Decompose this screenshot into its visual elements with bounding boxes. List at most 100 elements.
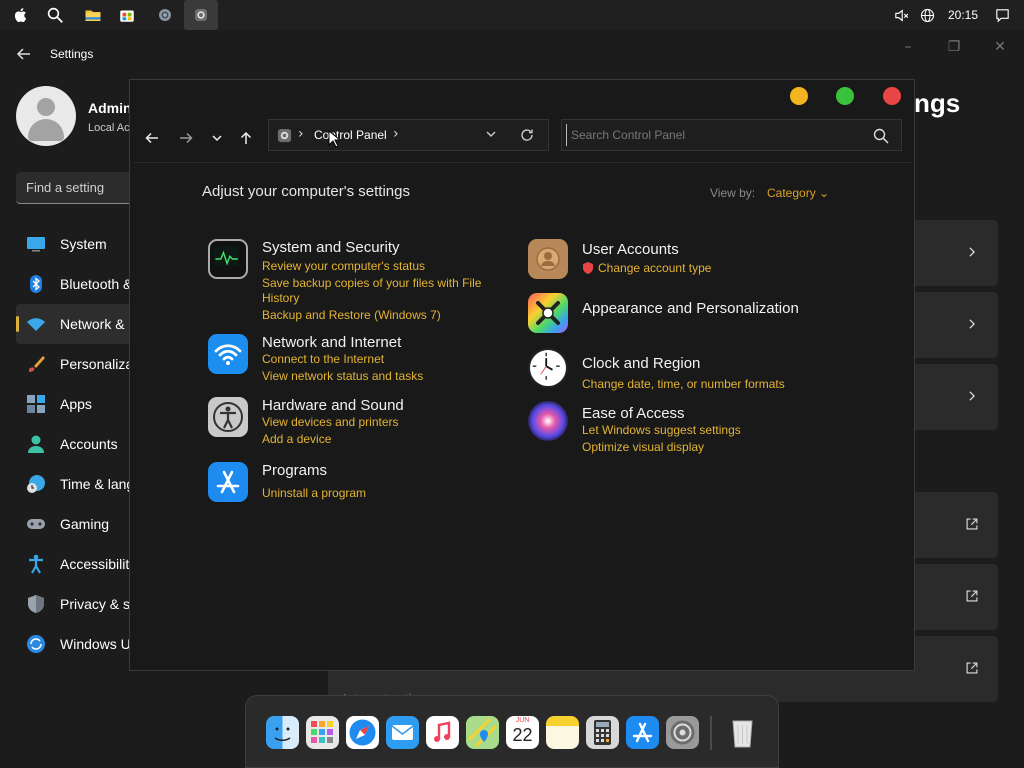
nav-item-windows-update[interactable]: Windows U — [16, 624, 136, 664]
nav-item-personalization[interactable]: Personaliza — [16, 344, 136, 384]
wifi-icon — [26, 314, 46, 334]
view-by-dropdown[interactable]: Category ⌄ — [767, 186, 829, 200]
category-link[interactable]: Review your computer's status — [262, 259, 425, 273]
category-title[interactable]: User Accounts — [582, 241, 679, 258]
wifi-icon[interactable] — [208, 334, 248, 374]
recent-locations-button[interactable] — [205, 126, 229, 150]
safari-icon[interactable] — [346, 716, 379, 749]
address-bar[interactable]: › Control Panel › — [268, 119, 549, 151]
breadcrumb-separator[interactable]: › — [393, 126, 399, 142]
contacts-icon[interactable] — [528, 239, 568, 279]
launchpad-icon[interactable] — [306, 716, 339, 749]
clock-icon[interactable] — [528, 348, 568, 388]
category-link[interactable]: Optimize visual display — [582, 440, 704, 454]
nav-item-network[interactable]: Network & — [16, 304, 136, 344]
nav-label: Privacy & s — [60, 596, 131, 612]
notification-muted-icon[interactable] — [890, 0, 914, 30]
close-traffic-light[interactable] — [883, 87, 901, 105]
accessibility-icon[interactable] — [208, 397, 248, 437]
address-dropdown-icon[interactable] — [483, 126, 499, 142]
app-store-icon[interactable] — [626, 716, 659, 749]
music-icon[interactable] — [426, 716, 459, 749]
system-settings-icon[interactable] — [666, 716, 699, 749]
search-input[interactable] — [566, 124, 856, 146]
nav-item-time-language[interactable]: Time & lang — [16, 464, 136, 504]
breadcrumb-separator[interactable]: › — [298, 126, 304, 142]
close-button[interactable]: ✕ — [980, 38, 1020, 56]
category-title[interactable]: Programs — [262, 462, 327, 479]
category-link[interactable]: Save backup copies of your files with Fi… — [262, 276, 481, 290]
calendar-icon[interactable]: JUN 22 — [506, 716, 539, 749]
finder-icon[interactable] — [266, 716, 299, 749]
nav-item-apps[interactable]: Apps — [16, 384, 136, 424]
divider — [134, 162, 912, 163]
breadcrumb-control-panel[interactable]: Control Panel — [314, 128, 387, 142]
category-link[interactable]: Add a device — [262, 432, 331, 446]
activity-monitor-icon[interactable] — [208, 239, 248, 279]
message-icon[interactable] — [990, 0, 1014, 30]
category-link[interactable]: Let Windows suggest settings — [582, 423, 741, 437]
nav-item-system[interactable]: System — [16, 224, 136, 264]
store-icon[interactable] — [112, 0, 142, 30]
category-link[interactable]: Connect to the Internet — [262, 352, 384, 366]
search-control-panel[interactable] — [561, 119, 902, 151]
siri-icon[interactable] — [528, 401, 568, 441]
nav-item-accounts[interactable]: Accounts — [16, 424, 136, 464]
shield-icon — [26, 594, 46, 614]
refresh-icon[interactable] — [519, 127, 535, 143]
control-panel-icon[interactable] — [184, 0, 218, 30]
category-link[interactable]: View devices and printers — [262, 415, 399, 429]
maps-icon[interactable] — [466, 716, 499, 749]
minimize-traffic-light[interactable] — [790, 87, 808, 105]
category-title[interactable]: System and Security — [262, 239, 400, 256]
up-button[interactable] — [234, 126, 258, 150]
category-title[interactable]: Appearance and Personalization — [582, 300, 799, 317]
nav-label: Windows U — [60, 636, 131, 652]
nav-item-privacy[interactable]: Privacy & s — [16, 584, 136, 624]
page-title: Adjust your computer's settings — [202, 183, 410, 200]
color-tools-icon[interactable] — [528, 293, 568, 333]
app-store-icon[interactable] — [208, 462, 248, 502]
apps-icon — [26, 394, 46, 414]
minimize-button[interactable]: – — [888, 38, 928, 56]
trash-icon[interactable] — [726, 716, 759, 749]
shield-icon — [583, 262, 593, 274]
nav-label: Personaliza — [60, 356, 134, 372]
clock[interactable]: 20:15 — [948, 8, 978, 22]
category-link[interactable]: Change account type — [598, 261, 711, 275]
back-button[interactable] — [140, 126, 164, 150]
settings-icon[interactable] — [150, 0, 180, 30]
search-icon[interactable] — [873, 128, 889, 144]
category-title[interactable]: Ease of Access — [582, 405, 685, 422]
search-icon[interactable] — [40, 0, 70, 30]
back-arrow-icon[interactable] — [14, 44, 34, 64]
category-title[interactable]: Hardware and Sound — [262, 397, 404, 414]
category-title[interactable]: Network and Internet — [262, 334, 401, 351]
file-explorer-icon[interactable] — [78, 0, 108, 30]
update-icon — [26, 634, 46, 654]
category-link[interactable]: History — [262, 291, 299, 305]
category-link[interactable]: Change date, time, or number formats — [582, 377, 785, 391]
person-icon — [26, 434, 46, 454]
category-link[interactable]: Uninstall a program — [262, 486, 366, 500]
forward-button[interactable] — [174, 126, 198, 150]
notes-icon[interactable] — [546, 716, 579, 749]
globe-icon[interactable] — [916, 0, 940, 30]
category-link[interactable]: View network status and tasks — [262, 369, 423, 383]
nav-item-bluetooth[interactable]: Bluetooth & — [16, 264, 136, 304]
profile-name: Admin — [88, 100, 132, 116]
mail-icon[interactable] — [386, 716, 419, 749]
maximize-traffic-light[interactable] — [836, 87, 854, 105]
calculator-icon[interactable] — [586, 716, 619, 749]
category-title[interactable]: Clock and Region — [582, 355, 700, 372]
accessibility-icon — [26, 554, 46, 574]
avatar — [16, 86, 76, 146]
control-panel-icon — [277, 128, 292, 143]
category-link[interactable]: Backup and Restore (Windows 7) — [262, 308, 441, 322]
apple-icon[interactable] — [6, 0, 36, 30]
find-setting-input[interactable]: Find a setting — [16, 172, 136, 204]
nav-item-accessibility[interactable]: Accessibility — [16, 544, 136, 584]
clock-globe-icon — [26, 474, 46, 494]
nav-item-gaming[interactable]: Gaming — [16, 504, 136, 544]
maximize-button[interactable]: ❐ — [934, 38, 974, 56]
